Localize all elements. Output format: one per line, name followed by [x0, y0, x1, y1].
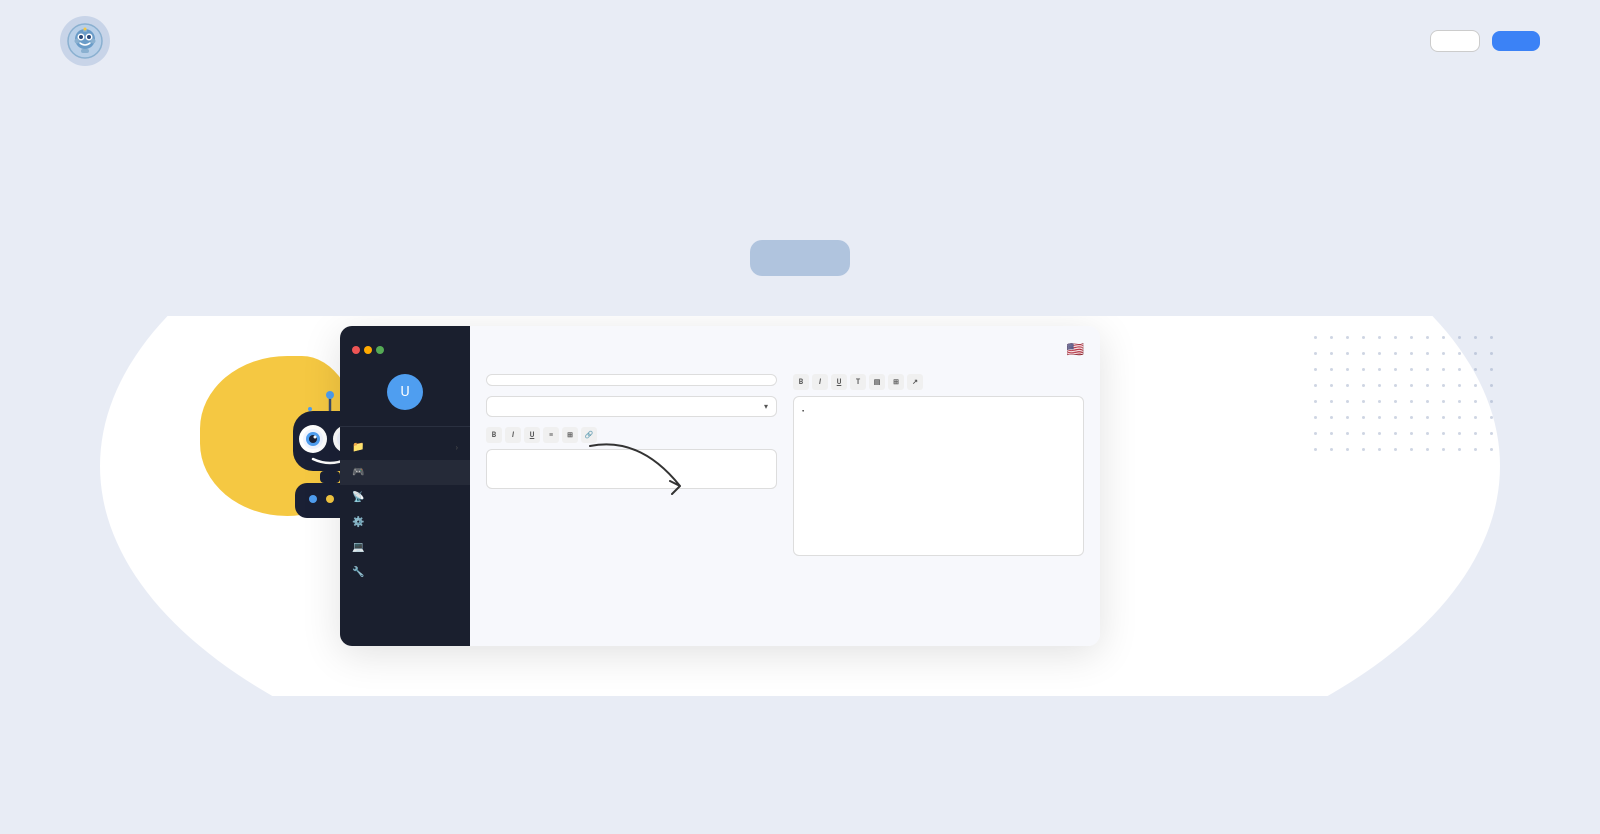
- product-name-input[interactable]: [486, 374, 777, 386]
- dot-grid-decoration: const grid = document.querySelector('.do…: [1314, 336, 1500, 458]
- chevron-down-icon: ▾: [764, 402, 768, 411]
- output-italic[interactable]: I: [812, 374, 828, 390]
- sidebar-item-apps[interactable]: ⚙️: [340, 510, 470, 535]
- bold-button[interactable]: B: [486, 427, 502, 443]
- signup-button[interactable]: [1492, 31, 1540, 51]
- sidebar-item-settings[interactable]: 🔧: [340, 560, 470, 585]
- output-toolbar: B I U T ▤ ⊞ ↗: [793, 374, 1084, 390]
- sidebar-user: U: [340, 362, 470, 427]
- login-button[interactable]: [1430, 30, 1480, 52]
- hero-visual-area: const grid = document.querySelector('.do…: [0, 316, 1600, 696]
- output-tool4[interactable]: ↗: [907, 374, 923, 390]
- sidebar-top: [340, 338, 470, 362]
- sidebar-item-catalogue[interactable]: 📁 ›: [340, 435, 470, 460]
- card-form-area: ▾ B I U ≡ ⊞ 🔗: [486, 370, 1084, 556]
- apps-icon: ⚙️: [352, 517, 364, 528]
- settings-icon: 🔧: [352, 567, 364, 578]
- nav-actions: [1430, 30, 1540, 52]
- logo-icon: [60, 16, 110, 66]
- card-main-content: 🇺🇸 ▾ B I U ≡: [470, 326, 1100, 646]
- italic-button[interactable]: I: [505, 427, 521, 443]
- hero-section: [0, 82, 1600, 276]
- card-topbar: 🇺🇸: [486, 342, 1084, 358]
- output-tool3[interactable]: ⊞: [888, 374, 904, 390]
- hero-title: [20, 142, 1580, 180]
- card-right-output: B I U T ▤ ⊞ ↗: [793, 370, 1084, 556]
- output-content-area: [793, 396, 1084, 556]
- catalogue-icon: 📁: [352, 442, 364, 453]
- list-button[interactable]: ≡: [543, 427, 559, 443]
- language-select[interactable]: ▾: [486, 396, 777, 417]
- output-tool1[interactable]: T: [850, 374, 866, 390]
- arrow-decoration: [580, 436, 700, 516]
- card-sidebar: U 📁 › 🎮 📡 ⚙️ 💻: [340, 326, 470, 646]
- playground-preview-card: U 📁 › 🎮 📡 ⚙️ 💻: [340, 326, 1100, 646]
- logo[interactable]: [60, 16, 110, 66]
- sidebar-item-channels[interactable]: 📡: [340, 485, 470, 510]
- output-bold[interactable]: B: [793, 374, 809, 390]
- underline-button[interactable]: U: [524, 427, 540, 443]
- sidebar-item-playground[interactable]: 🎮: [340, 460, 470, 485]
- user-avatar: U: [387, 374, 423, 410]
- developers-icon: 💻: [352, 542, 364, 553]
- output-tool2[interactable]: ▤: [869, 374, 885, 390]
- card-flag-icon: 🇺🇸: [1067, 342, 1084, 358]
- navbar: [0, 0, 1600, 82]
- output-underline[interactable]: U: [831, 374, 847, 390]
- sidebar-item-developers[interactable]: 💻: [340, 535, 470, 560]
- start-button[interactable]: [750, 240, 850, 276]
- channels-icon: 📡: [352, 492, 364, 503]
- align-button[interactable]: ⊞: [562, 427, 578, 443]
- playground-icon: 🎮: [352, 467, 364, 478]
